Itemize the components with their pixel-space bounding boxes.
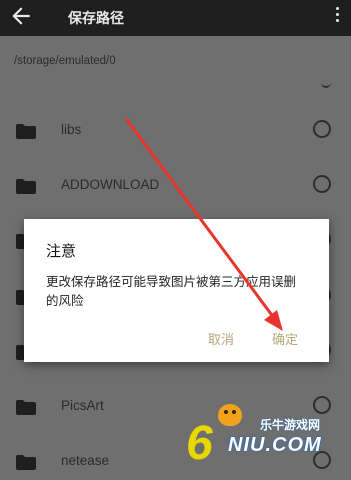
back-arrow-icon[interactable] — [8, 3, 34, 29]
scroll-indicator — [321, 82, 331, 88]
folder-name: libs — [61, 122, 82, 137]
current-path: /storage/emulated/0 — [14, 55, 116, 67]
cancel-button[interactable]: 取消 — [208, 329, 234, 348]
folder-name: netease — [61, 453, 110, 468]
app-bar: 保存路径 — [0, 0, 351, 36]
dialog-title: 注意 — [46, 243, 77, 260]
watermark-domain: NIU.COM — [228, 434, 322, 456]
folder-name: PicsArt — [61, 398, 104, 413]
dialog-message: 更改保存路径可能导致图片被第三方应用误删的风险 — [46, 275, 297, 308]
folder-radio[interactable] — [313, 175, 331, 193]
watermark-mascot-icon — [218, 404, 242, 426]
folder-row-libs[interactable]: libs — [0, 106, 351, 158]
watermark-site-name: 乐牛游戏网 — [260, 418, 321, 432]
page-title: 保存路径 — [68, 10, 124, 26]
watermark-digit: 6 — [186, 417, 213, 470]
watermark-logo: 6 乐牛游戏网 NIU.COM — [186, 402, 346, 476]
warning-dialog: 注意 更改保存路径可能导致图片被第三方应用误删的风险 取消 确定 — [24, 219, 329, 362]
folder-icon — [16, 455, 36, 470]
folder-row-addownload[interactable]: ADDOWNLOAD — [0, 161, 351, 213]
folder-icon — [16, 124, 36, 139]
folder-icon — [16, 179, 36, 194]
confirm-button[interactable]: 确定 — [272, 329, 298, 348]
folder-icon — [16, 400, 36, 415]
folder-radio[interactable] — [313, 120, 331, 138]
more-options-icon[interactable] — [333, 4, 341, 26]
folder-name: ADDOWNLOAD — [61, 177, 160, 192]
